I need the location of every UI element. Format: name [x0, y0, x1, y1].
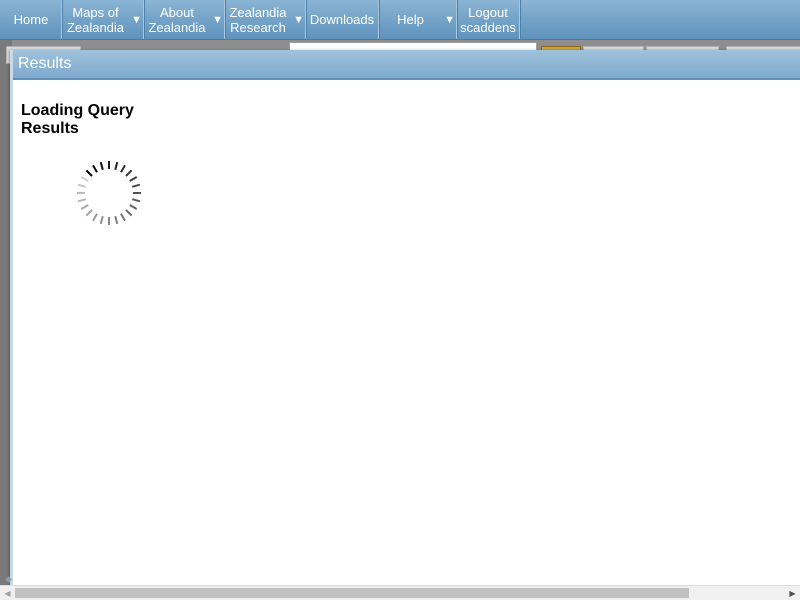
spinner-tick	[80, 204, 89, 210]
nav-maps-label: Maps of Zealandia	[66, 4, 125, 35]
dialog-title: Results	[18, 55, 72, 72]
nav-about-zealandia[interactable]: About Zealandia ▼	[144, 0, 225, 39]
spinner-tick	[114, 161, 119, 171]
nav-maps-of-zealandia[interactable]: Maps of Zealandia ▼	[62, 0, 144, 39]
nav-logout[interactable]: Logout scaddens	[457, 0, 520, 39]
scrollbar-thumb[interactable]	[15, 588, 689, 598]
chevron-down-icon[interactable]: ▼	[212, 13, 223, 28]
spinner-tick	[80, 176, 89, 182]
spinner-tick	[129, 176, 138, 182]
spinner-tick	[77, 198, 87, 203]
dialog-titlebar[interactable]: Results	[13, 50, 800, 80]
spinner-tick	[131, 183, 141, 188]
spinner-tick	[77, 183, 87, 188]
spinner-tick	[129, 204, 138, 210]
nav-zealandia-research[interactable]: Zealandia Research ▼	[225, 0, 306, 39]
nav-logout-label: Logout scaddens	[460, 4, 516, 35]
nav-research-label: Zealandia Research	[229, 4, 287, 35]
chevron-down-icon[interactable]: ▼	[131, 13, 142, 28]
spinner-tick	[114, 215, 119, 225]
dialog-body: Loading Query Results	[13, 80, 800, 225]
spinner-tick	[131, 198, 141, 203]
results-dialog: Results Loading Query Results	[10, 50, 800, 586]
nav-home[interactable]: Home	[0, 0, 62, 39]
spinner-tick	[120, 213, 126, 222]
spinner-tick	[92, 164, 98, 173]
spinner-tick	[92, 213, 98, 222]
chevron-down-icon[interactable]: ▼	[293, 13, 304, 28]
resize-handle-icon[interactable]: ◆	[5, 574, 12, 585]
chevron-down-icon[interactable]: ▼	[444, 13, 455, 28]
scroll-right-arrow-icon[interactable]: ▶	[785, 587, 800, 600]
main-nav-bar: Home Maps of Zealandia ▼ About Zealandia…	[0, 0, 800, 40]
loading-message: Loading Query Results	[21, 102, 134, 137]
nav-about-label: About Zealandia	[148, 4, 206, 35]
spinner-tick	[120, 164, 126, 173]
spinner-tick	[85, 209, 93, 217]
loading-spinner-icon	[77, 161, 141, 225]
spinner-tick	[99, 161, 104, 171]
horizontal-scrollbar[interactable]: ◀ ▶	[0, 585, 800, 600]
spinner-tick	[125, 169, 133, 177]
nav-help[interactable]: Help ▼	[379, 0, 457, 39]
spinner-tick	[85, 169, 93, 177]
nav-downloads[interactable]: Downloads	[306, 0, 379, 39]
nav-home-label: Home	[13, 12, 49, 27]
spinner-tick	[99, 215, 104, 225]
nav-help-label: Help	[397, 12, 424, 27]
spinner-tick	[125, 209, 133, 217]
nav-downloads-label: Downloads	[309, 12, 375, 27]
scroll-left-arrow-icon[interactable]: ◀	[0, 587, 15, 600]
